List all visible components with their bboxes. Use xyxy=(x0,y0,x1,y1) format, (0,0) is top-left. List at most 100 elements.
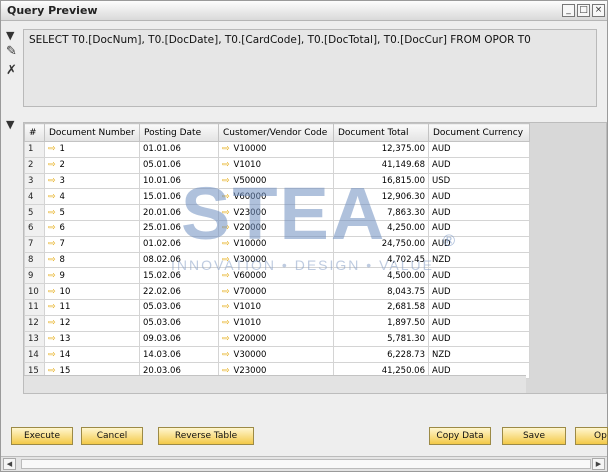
posting-date-cell[interactable]: 08.02.06 xyxy=(139,251,219,269)
arrow-link-icon[interactable]: ⇨ xyxy=(48,255,56,265)
table-row[interactable]: 7 ⇨ 7 01.02.06 ⇨ V10000 24,750.00 AUD xyxy=(24,235,530,253)
arrow-link-icon[interactable]: ⇨ xyxy=(222,255,230,265)
sql-query-text[interactable]: SELECT T0.[DocNum], T0.[DocDate], T0.[Ca… xyxy=(23,29,597,107)
vendor-code-cell[interactable]: ⇨ V1010 xyxy=(218,156,334,174)
row-number-cell[interactable]: 4 xyxy=(24,188,45,206)
save-button[interactable]: Save xyxy=(502,427,566,445)
vendor-code-cell[interactable]: ⇨ V30000 xyxy=(218,346,334,364)
document-number-cell[interactable]: ⇨ 2 xyxy=(44,156,140,174)
currency-cell[interactable]: AUD xyxy=(428,267,530,285)
document-number-cell[interactable]: ⇨ 5 xyxy=(44,204,140,221)
row-number-cell[interactable]: 2 xyxy=(24,156,45,174)
vendor-code-cell[interactable]: ⇨ V1010 xyxy=(218,298,334,316)
row-number-cell[interactable]: 13 xyxy=(24,330,45,348)
cancel-button[interactable]: Cancel xyxy=(81,427,143,445)
results-grid[interactable]: # Document Number Posting Date Customer/… xyxy=(23,122,607,394)
document-total-cell[interactable]: 1,897.50 xyxy=(333,314,429,332)
arrow-link-icon[interactable]: ⇨ xyxy=(222,302,230,312)
arrow-link-icon[interactable]: ⇨ xyxy=(48,144,56,154)
document-total-cell[interactable]: 5,781.30 xyxy=(333,330,429,348)
arrow-link-icon[interactable]: ⇨ xyxy=(48,302,56,312)
document-total-cell[interactable]: 4,702.45 xyxy=(333,251,429,269)
posting-date-cell[interactable]: 14.03.06 xyxy=(139,346,219,364)
table-row[interactable]: 10 ⇨ 10 22.02.06 ⇨ V70000 8,043.75 AUD xyxy=(24,283,530,300)
document-number-cell[interactable]: ⇨ 14 xyxy=(44,346,140,364)
document-number-cell[interactable]: ⇨ 13 xyxy=(44,330,140,348)
arrow-link-icon[interactable]: ⇨ xyxy=(222,144,230,154)
arrow-link-icon[interactable]: ⇨ xyxy=(222,192,230,202)
posting-date-cell[interactable]: 25.01.06 xyxy=(139,219,219,237)
table-row[interactable]: 13 ⇨ 13 09.03.06 ⇨ V20000 5,781.30 AUD xyxy=(24,330,530,348)
posting-date-cell[interactable]: 15.02.06 xyxy=(139,267,219,285)
arrow-link-icon[interactable]: ⇨ xyxy=(48,223,56,233)
currency-cell[interactable]: NZD xyxy=(428,346,530,364)
currency-cell[interactable]: AUD xyxy=(428,235,530,253)
posting-date-cell[interactable]: 20.01.06 xyxy=(139,204,219,221)
arrow-link-icon[interactable]: ⇨ xyxy=(222,350,230,360)
document-number-cell[interactable]: ⇨ 3 xyxy=(44,172,140,190)
vendor-code-cell[interactable]: ⇨ V20000 xyxy=(218,330,334,348)
pencil-icon[interactable]: ✎ xyxy=(6,44,17,59)
posting-date-cell[interactable]: 15.01.06 xyxy=(139,188,219,206)
table-row[interactable]: 9 ⇨ 9 15.02.06 ⇨ V60000 4,500.00 AUD xyxy=(24,267,530,285)
row-number-cell[interactable]: 6 xyxy=(24,219,45,237)
currency-cell[interactable]: AUD xyxy=(428,330,530,348)
table-row[interactable]: 3 ⇨ 3 10.01.06 ⇨ V50000 16,815.00 USD xyxy=(24,172,530,190)
vendor-code-cell[interactable]: ⇨ V60000 xyxy=(218,188,334,206)
currency-cell[interactable]: NZD xyxy=(428,251,530,269)
column-header-document-total[interactable]: Document Total xyxy=(333,123,429,142)
table-row[interactable]: 1 ⇨ 1 01.01.06 ⇨ V10000 12,375.00 AUD xyxy=(24,141,530,158)
document-number-cell[interactable]: ⇨ 11 xyxy=(44,298,140,316)
vendor-code-cell[interactable]: ⇨ V30000 xyxy=(218,251,334,269)
arrow-link-icon[interactable]: ⇨ xyxy=(48,334,56,344)
column-header-document-currency[interactable]: Document Currency xyxy=(428,123,530,142)
arrow-link-icon[interactable]: ⇨ xyxy=(48,176,56,186)
posting-date-cell[interactable]: 10.01.06 xyxy=(139,172,219,190)
vendor-code-cell[interactable]: ⇨ V23000 xyxy=(218,204,334,221)
document-total-cell[interactable]: 12,906.30 xyxy=(333,188,429,206)
reverse-table-button[interactable]: Reverse Table xyxy=(158,427,254,445)
column-header-customer-vendor-code[interactable]: Customer/Vendor Code xyxy=(218,123,334,142)
row-number-cell[interactable]: 11 xyxy=(24,298,45,316)
table-row[interactable]: 8 ⇨ 8 08.02.06 ⇨ V30000 4,702.45 NZD xyxy=(24,251,530,269)
arrow-link-icon[interactable]: ⇨ xyxy=(48,160,56,170)
collapse-triangle-icon[interactable]: ▼ xyxy=(6,29,14,42)
minimize-button[interactable]: _ xyxy=(562,4,575,17)
arrow-link-icon[interactable]: ⇨ xyxy=(222,318,230,328)
document-total-cell[interactable]: 4,500.00 xyxy=(333,267,429,285)
arrow-link-icon[interactable]: ⇨ xyxy=(48,271,56,281)
vendor-code-cell[interactable]: ⇨ V20000 xyxy=(218,219,334,237)
arrow-link-icon[interactable]: ⇨ xyxy=(222,334,230,344)
posting-date-cell[interactable]: 05.01.06 xyxy=(139,156,219,174)
row-number-cell[interactable]: 7 xyxy=(24,235,45,253)
arrow-link-icon[interactable]: ⇨ xyxy=(48,287,56,297)
posting-date-cell[interactable]: 01.02.06 xyxy=(139,235,219,253)
document-total-cell[interactable]: 6,228.73 xyxy=(333,346,429,364)
posting-date-cell[interactable]: 05.03.06 xyxy=(139,314,219,332)
currency-cell[interactable]: AUD xyxy=(428,298,530,316)
row-number-cell[interactable]: 14 xyxy=(24,346,45,364)
document-total-cell[interactable]: 24,750.00 xyxy=(333,235,429,253)
arrow-link-icon[interactable]: ⇨ xyxy=(222,239,230,249)
copy-data-button[interactable]: Copy Data xyxy=(429,427,491,445)
column-header-document-number[interactable]: Document Number xyxy=(44,123,140,142)
currency-cell[interactable]: AUD xyxy=(428,204,530,221)
arrow-link-icon[interactable]: ⇨ xyxy=(48,318,56,328)
currency-cell[interactable]: AUD xyxy=(428,219,530,237)
vendor-code-cell[interactable]: ⇨ V70000 xyxy=(218,283,334,300)
row-number-cell[interactable]: 9 xyxy=(24,267,45,285)
arrow-link-icon[interactable]: ⇨ xyxy=(48,350,56,360)
vendor-code-cell[interactable]: ⇨ V10000 xyxy=(218,141,334,158)
posting-date-cell[interactable]: 22.02.06 xyxy=(139,283,219,300)
arrow-link-icon[interactable]: ⇨ xyxy=(222,223,230,233)
scroll-right-icon[interactable]: ▶ xyxy=(592,458,605,470)
close-button[interactable]: × xyxy=(592,4,605,17)
document-total-cell[interactable]: 7,863.30 xyxy=(333,204,429,221)
posting-date-cell[interactable]: 01.01.06 xyxy=(139,141,219,158)
posting-date-cell[interactable]: 09.03.06 xyxy=(139,330,219,348)
scrollbar-thumb[interactable] xyxy=(21,459,591,469)
document-total-cell[interactable]: 4,250.00 xyxy=(333,219,429,237)
document-total-cell[interactable]: 2,681.58 xyxy=(333,298,429,316)
currency-cell[interactable]: AUD xyxy=(428,314,530,332)
table-row[interactable]: 11 ⇨ 11 05.03.06 ⇨ V1010 2,681.58 AUD xyxy=(24,298,530,316)
